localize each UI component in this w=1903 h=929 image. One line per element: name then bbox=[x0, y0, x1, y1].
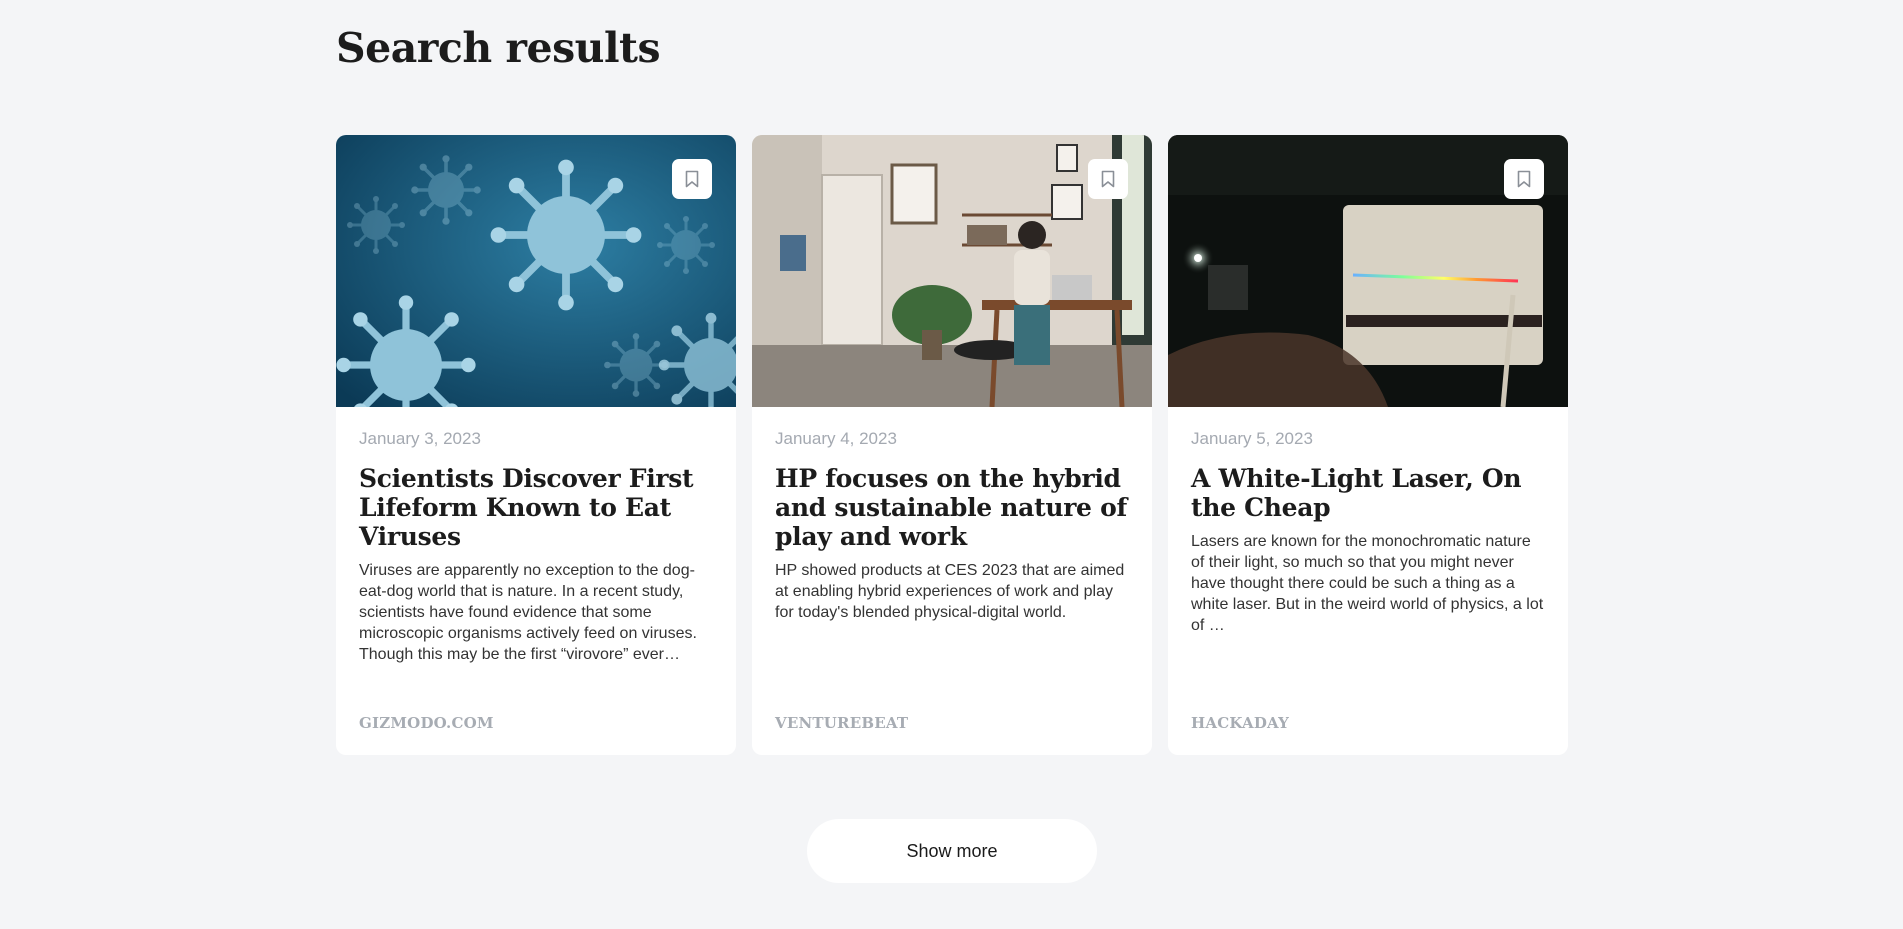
bookmark-button[interactable] bbox=[1088, 159, 1128, 199]
virus-image[interactable] bbox=[336, 135, 736, 407]
article-source: VENTUREBEAT bbox=[775, 714, 909, 732]
article-source: HACKADAY bbox=[1191, 714, 1290, 732]
bookmark-icon bbox=[685, 170, 699, 188]
laser-image[interactable] bbox=[1168, 135, 1568, 407]
article-excerpt: Viruses are apparently no exception to t… bbox=[359, 562, 697, 663]
bookmark-button[interactable] bbox=[1504, 159, 1544, 199]
article-title[interactable]: HP focuses on the hybrid and sustainable… bbox=[775, 464, 1129, 551]
result-card[interactable]: January 3, 2023 Scientists Discover Firs… bbox=[336, 135, 736, 755]
bookmark-icon bbox=[1517, 170, 1531, 188]
article-date: January 5, 2023 bbox=[1191, 429, 1313, 448]
article-excerpt: Lasers are known for the monochromatic n… bbox=[1191, 533, 1544, 634]
article-excerpt: HP showed products at CES 2023 that are … bbox=[775, 562, 1125, 621]
home-office-image[interactable] bbox=[752, 135, 1152, 407]
article-title[interactable]: Scientists Discover First Lifeform Known… bbox=[359, 464, 713, 551]
show-more-button[interactable]: Show more bbox=[807, 819, 1097, 883]
bookmark-icon bbox=[1101, 170, 1115, 188]
article-source: GIZMODO.COM bbox=[359, 714, 494, 732]
article-date: January 4, 2023 bbox=[775, 429, 897, 448]
page-title: Search results bbox=[336, 24, 661, 72]
result-card[interactable]: January 5, 2023 A White-Light Laser, On … bbox=[1168, 135, 1568, 755]
results-grid: January 3, 2023 Scientists Discover Firs… bbox=[336, 135, 1568, 755]
article-date: January 3, 2023 bbox=[359, 429, 481, 448]
bookmark-button[interactable] bbox=[672, 159, 712, 199]
article-title[interactable]: A White-Light Laser, On the Cheap bbox=[1191, 464, 1545, 522]
result-card[interactable]: January 4, 2023 HP focuses on the hybrid… bbox=[752, 135, 1152, 755]
